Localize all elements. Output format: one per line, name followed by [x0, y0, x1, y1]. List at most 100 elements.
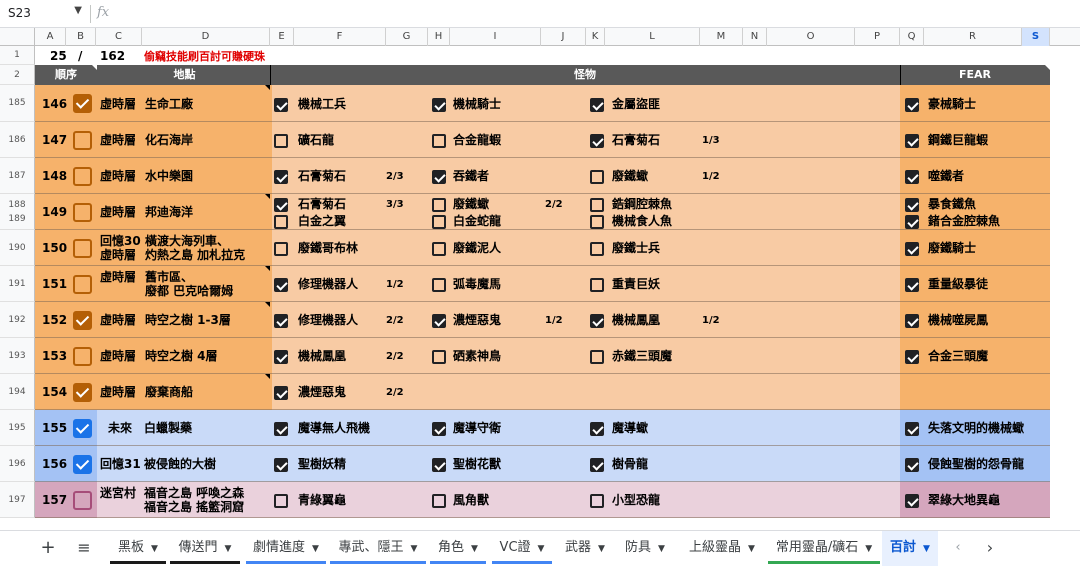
sheet-tab[interactable]: 劇情進度 ▼ [246, 531, 326, 566]
scroll-left-icon[interactable]: ‹ [948, 531, 968, 566]
sheet-tab[interactable]: 黑板 ▼ [110, 531, 166, 566]
row-number[interactable]: 193 [0, 338, 35, 374]
fear-checkbox[interactable] [905, 494, 919, 508]
monster-checkbox[interactable] [274, 350, 288, 364]
monster-checkbox[interactable] [432, 97, 446, 112]
fear-checkbox[interactable] [905, 422, 919, 436]
monster-checkbox[interactable] [432, 350, 446, 364]
monster-checkbox[interactable] [274, 170, 288, 184]
row-number[interactable]: 194 [0, 374, 35, 410]
row-number[interactable]: 197 [0, 482, 35, 518]
chevron-down-icon[interactable]: ▼ [74, 5, 82, 16]
done-checkbox[interactable] [73, 238, 92, 258]
sheet-tab[interactable]: 傳送門 ▼ [170, 531, 240, 566]
monster-checkbox[interactable] [274, 422, 288, 436]
monster-checkbox[interactable] [590, 350, 604, 364]
comment-marker[interactable] [265, 374, 270, 379]
done-checkbox[interactable] [73, 346, 92, 366]
row-number[interactable]: 191 [0, 266, 35, 302]
fear-checkbox[interactable] [905, 134, 919, 148]
monster-checkbox[interactable] [590, 170, 604, 184]
scroll-right-icon[interactable]: › [980, 531, 1000, 566]
column-header-o[interactable]: O [767, 28, 855, 46]
column-header-j[interactable]: J [541, 28, 586, 46]
monster-checkbox[interactable] [432, 215, 446, 229]
column-header-l[interactable]: L [605, 28, 700, 46]
chevron-down-icon[interactable]: ▼ [312, 544, 319, 554]
row-number[interactable]: 188 189 [0, 194, 35, 230]
chevron-down-icon[interactable]: ▼ [538, 544, 545, 554]
row-number[interactable]: 2 [0, 65, 35, 85]
monster-checkbox[interactable] [432, 242, 446, 256]
sheet-tab[interactable]: 百討 ▼ [882, 531, 938, 566]
fear-checkbox[interactable] [905, 314, 919, 328]
monster-checkbox[interactable] [590, 242, 604, 256]
sheet-tab[interactable]: 武器 ▼ [556, 531, 614, 566]
fear-checkbox[interactable] [905, 458, 919, 472]
sheet-grid[interactable]: 1 25/162 偷竊技能刷百討可賺硬珠 2 順序 地點 怪物 FEAR 185 146 虛時層 生命… [0, 46, 1080, 520]
done-checkbox[interactable] [73, 202, 92, 222]
column-header-e[interactable]: E [270, 28, 294, 46]
fear-checkbox[interactable] [905, 242, 919, 256]
row-number[interactable]: 196 [0, 446, 35, 482]
monster-checkbox[interactable] [590, 314, 604, 328]
done-checkbox[interactable] [73, 418, 92, 438]
column-header-h[interactable]: H [428, 28, 450, 46]
row-number[interactable]: 187 [0, 158, 35, 194]
all-sheets-menu-icon[interactable]: ≡ [72, 531, 96, 566]
monster-checkbox[interactable] [274, 494, 288, 508]
row-number[interactable]: 186 [0, 122, 35, 158]
chevron-down-icon[interactable]: ▼ [151, 544, 158, 554]
chevron-down-icon[interactable]: ▼ [865, 544, 872, 554]
column-header-n[interactable]: N [743, 28, 767, 46]
chevron-down-icon[interactable]: ▼ [658, 544, 665, 554]
column-header-q[interactable]: Q [900, 28, 924, 46]
monster-checkbox[interactable] [432, 458, 446, 472]
sheet-tab[interactable]: 專武、隱王 ▼ [330, 531, 426, 566]
column-header-m[interactable]: M [700, 28, 743, 46]
column-header-b[interactable]: B [66, 28, 96, 46]
column-header-s[interactable]: S [1022, 28, 1050, 46]
comment-marker[interactable] [265, 266, 270, 271]
name-box[interactable]: S23 ▼ [6, 5, 84, 23]
monster-checkbox[interactable] [590, 198, 604, 212]
fear-checkbox[interactable] [905, 198, 919, 212]
sheet-tab[interactable]: 上級靈晶 ▼ [680, 531, 764, 566]
monster-checkbox[interactable] [590, 494, 604, 508]
monster-checkbox[interactable] [590, 422, 604, 436]
monster-checkbox[interactable] [274, 242, 288, 256]
fear-checkbox[interactable] [905, 350, 919, 364]
monster-checkbox[interactable] [432, 494, 446, 508]
done-checkbox[interactable] [73, 166, 92, 186]
monster-checkbox[interactable] [590, 134, 604, 148]
monster-checkbox[interactable] [274, 458, 288, 472]
chevron-down-icon[interactable]: ▼ [411, 544, 418, 554]
select-all-corner[interactable] [0, 28, 35, 46]
done-checkbox[interactable] [73, 382, 92, 402]
monster-checkbox[interactable] [432, 134, 446, 148]
fear-checkbox[interactable] [905, 97, 919, 112]
row-number[interactable]: 195 [0, 410, 35, 446]
monster-checkbox[interactable] [432, 170, 446, 184]
monster-checkbox[interactable] [590, 215, 604, 229]
chevron-down-icon[interactable]: ▼ [225, 544, 232, 554]
chevron-down-icon[interactable]: ▼ [471, 544, 478, 554]
done-checkbox[interactable] [73, 454, 92, 474]
column-header-a[interactable]: A [35, 28, 66, 46]
monster-checkbox[interactable] [274, 97, 288, 112]
done-checkbox[interactable] [73, 490, 92, 510]
monster-checkbox[interactable] [590, 458, 604, 472]
monster-checkbox[interactable] [274, 215, 288, 229]
done-checkbox[interactable] [73, 310, 92, 330]
monster-checkbox[interactable] [274, 198, 288, 212]
row-number[interactable]: 1 [0, 46, 35, 65]
comment-marker[interactable] [265, 302, 270, 307]
monster-checkbox[interactable] [590, 278, 604, 292]
sheet-tab[interactable]: 角色 ▼ [430, 531, 486, 566]
monster-checkbox[interactable] [432, 422, 446, 436]
comment-marker[interactable] [265, 85, 270, 90]
done-checkbox[interactable] [73, 94, 92, 113]
sheet-tab[interactable]: 防具 ▼ [620, 531, 670, 566]
monster-checkbox[interactable] [432, 278, 446, 292]
chevron-down-icon[interactable]: ▼ [923, 544, 930, 554]
